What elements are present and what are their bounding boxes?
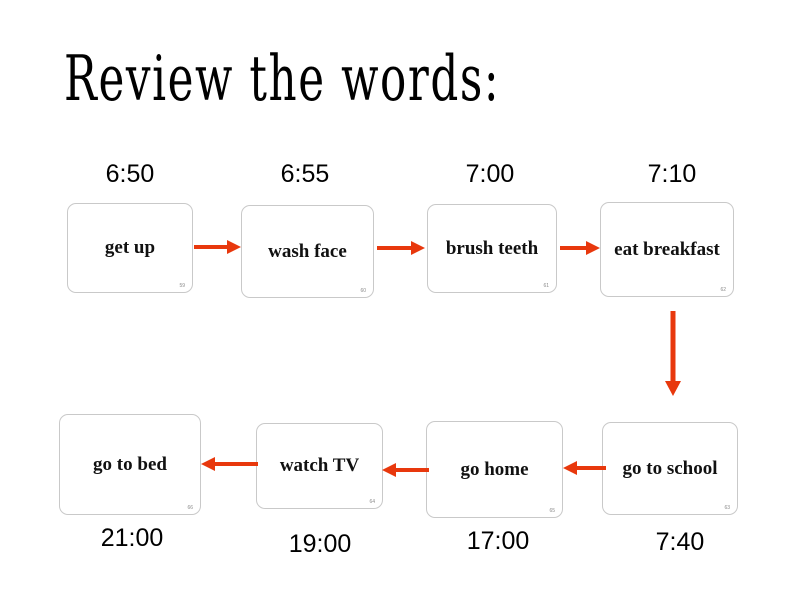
card-get-up[interactable]: get up 59	[67, 203, 193, 293]
card-label-go-to-school: go to school	[622, 457, 718, 479]
card-number-watch-tv: 64	[369, 499, 375, 505]
card-brush-teeth[interactable]: brush teeth 61	[427, 204, 557, 293]
card-eat-breakfast[interactable]: eat breakfast 62	[600, 202, 734, 297]
card-number-go-to-bed: 66	[187, 505, 193, 511]
page-title: Review the words:	[64, 42, 501, 116]
card-label-go-home: go home	[460, 458, 529, 480]
time-label-brush-teeth: 7:00	[465, 160, 515, 188]
slide-canvas: Review the words: 6:50 6:55 7:00 7:10 ge…	[0, 0, 800, 600]
arrow-get-up-to-wash-face	[194, 238, 242, 256]
time-label-wash-face: 6:55	[280, 160, 330, 188]
card-go-to-bed[interactable]: go to bed 66	[59, 414, 201, 515]
card-number-eat-breakfast: 62	[720, 287, 726, 293]
card-label-brush-teeth: brush teeth	[445, 237, 539, 259]
card-number-go-to-school: 63	[724, 505, 730, 511]
time-label-eat-breakfast: 7:10	[647, 160, 697, 188]
card-label-eat-breakfast: eat breakfast	[614, 238, 720, 260]
arrow-wash-face-to-brush-teeth	[377, 239, 426, 257]
arrow-go-home-to-watch-tv	[381, 461, 429, 479]
arrow-go-to-school-to-go-home	[562, 459, 606, 477]
time-label-go-home: 17:00	[466, 527, 530, 555]
card-go-home[interactable]: go home 65	[426, 421, 563, 518]
card-number-go-home: 65	[549, 508, 555, 514]
arrow-eat-breakfast-to-go-to-school	[663, 311, 683, 397]
card-watch-tv[interactable]: watch TV 64	[256, 423, 383, 509]
card-label-go-to-bed: go to bed	[93, 453, 167, 475]
time-label-go-to-school: 7:40	[655, 528, 705, 556]
arrow-watch-tv-to-go-to-bed	[200, 455, 258, 473]
card-number-brush-teeth: 61	[543, 283, 549, 289]
card-wash-face[interactable]: wash face 60	[241, 205, 374, 298]
time-label-go-to-bed: 21:00	[100, 524, 164, 552]
card-go-to-school[interactable]: go to school 63	[602, 422, 738, 515]
card-number-get-up: 59	[179, 283, 185, 289]
card-label-get-up: get up	[104, 237, 156, 258]
card-label-watch-tv: watch TV	[279, 455, 360, 476]
arrow-brush-teeth-to-eat-breakfast	[560, 239, 601, 257]
time-label-get-up: 6:50	[105, 160, 155, 188]
card-number-wash-face: 60	[360, 288, 366, 294]
card-label-wash-face: wash face	[268, 240, 347, 262]
time-label-watch-tv: 19:00	[288, 530, 352, 558]
